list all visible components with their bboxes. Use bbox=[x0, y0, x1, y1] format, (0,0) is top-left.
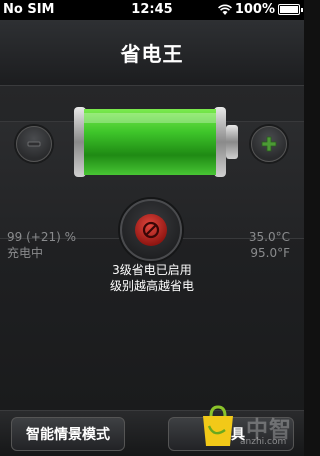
title-bar: 省电王 bbox=[0, 20, 304, 86]
status-right: 100% bbox=[217, 2, 303, 17]
battery-graphic bbox=[74, 107, 238, 177]
charge-stats: 99 (+21) % 充电中 bbox=[7, 229, 76, 261]
page-title: 省电王 bbox=[120, 42, 184, 66]
status-battery-icon bbox=[278, 4, 303, 15]
watermark-url: anzhi.com bbox=[240, 437, 287, 447]
temperature-celsius: 35.0°C bbox=[248, 230, 290, 244]
status-bar: No SIM 12:45 100% bbox=[0, 0, 304, 20]
power-saving-button[interactable] bbox=[120, 199, 182, 261]
power-icon bbox=[142, 221, 160, 239]
temperature-fahrenheit: 95.0°F bbox=[250, 246, 290, 260]
increase-button[interactable] bbox=[251, 126, 287, 162]
power-saving-status: 3级省电已启用 bbox=[112, 263, 192, 277]
smart-mode-button[interactable]: 智能情景模式 bbox=[11, 417, 125, 451]
battery-percent: 100% bbox=[234, 2, 275, 17]
plus-icon bbox=[261, 136, 277, 152]
decrease-button[interactable] bbox=[16, 126, 52, 162]
power-saving-message: 3级省电已启用 级别越高越省电 bbox=[0, 262, 304, 294]
power-saving-hint: 级别越高越省电 bbox=[109, 279, 194, 293]
charge-status: 充电中 bbox=[7, 246, 44, 260]
temperature-stats: 35.0°C 95.0°F bbox=[249, 229, 290, 261]
watermark-logo-icon bbox=[203, 405, 233, 446]
wifi-icon bbox=[217, 4, 232, 15]
main-panel: 99 (+21) % 充电中 35.0°C 95.0°F 3级省电已启用 级别越… bbox=[0, 86, 304, 410]
minus-icon bbox=[27, 141, 41, 147]
power-button-core bbox=[135, 214, 167, 246]
charge-percent: 99 (+21) % bbox=[7, 230, 76, 244]
